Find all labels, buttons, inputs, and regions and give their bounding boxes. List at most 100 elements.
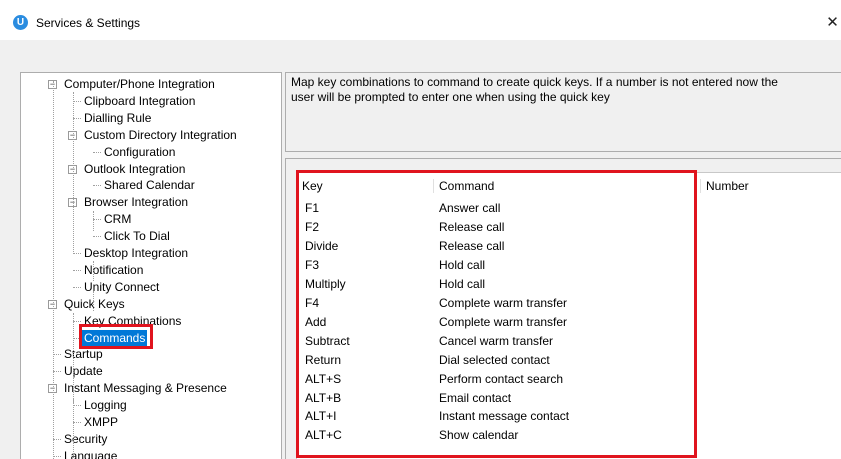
tree-connector [73, 320, 81, 322]
tree-item-logging[interactable]: Logging [21, 397, 281, 414]
key-cell: ALT+I [305, 409, 337, 424]
tree-item-label: Update [64, 364, 103, 379]
commands-grid[interactable]: Key Command Number F1 Answer call F2 Releas… [296, 172, 841, 459]
tree-item-label: Notification [84, 262, 144, 277]
tree-guide-line [73, 398, 74, 458]
command-cell: Hold call [439, 276, 486, 291]
tree-item-outlook-integration[interactable]: − Outlook Integration [21, 161, 281, 178]
grid-row[interactable]: F4 Complete warm transfer [297, 294, 841, 313]
command-cell: Perform contact search [439, 371, 564, 386]
tree-item-label: Dialling Rule [84, 110, 152, 125]
command-cell: Answer call [439, 201, 501, 215]
tree-item-browser-integration[interactable]: − Browser Integration [21, 194, 281, 211]
grid-row[interactable]: F1 Answer call [297, 199, 841, 218]
tree-item-label: Instant Messaging & Presence [64, 381, 227, 396]
close-button[interactable]: ✕ [824, 13, 841, 33]
tree-connector [73, 422, 81, 423]
command-cell: Release call [439, 238, 505, 253]
tree-connector [73, 286, 81, 288]
key-cell: Multiply [305, 276, 346, 291]
grid-row[interactable]: F2 Release call [297, 218, 841, 237]
grid-row[interactable]: Add Complete warm transfer [297, 313, 841, 332]
grid-row[interactable]: ALT+I Instant message contact [297, 407, 841, 426]
tree-connector [73, 269, 81, 271]
tree-item-label: Startup [64, 347, 103, 362]
tree-item-instant-messaging-presence[interactable]: − Instant Messaging & Presence [21, 380, 281, 397]
key-cell: ALT+C [305, 428, 342, 443]
tree-item-desktop-integration[interactable]: Desktop Integration [21, 245, 281, 262]
tree-item-dialling-rule[interactable]: Dialling Rule [21, 110, 281, 127]
tree-item-label: Desktop Integration [84, 246, 189, 260]
tree-item-click-to-dial[interactable]: Click To Dial [21, 228, 281, 245]
tree-connector [53, 438, 61, 440]
description-panel: Map key combinations to command to creat… [285, 72, 841, 152]
key-cell: Return [305, 352, 342, 367]
key-cell: Divide [305, 238, 339, 253]
command-cell: Complete warm transfer [439, 295, 568, 310]
grid-row[interactable]: ALT+S Perform contact search [297, 370, 841, 389]
tree-guide-line [93, 291, 94, 311]
tree-item-label: Quick Keys [64, 296, 125, 311]
key-cell: ALT+S [305, 371, 342, 386]
grid-row[interactable]: ALT+B Email contact [297, 389, 841, 408]
grid-row[interactable]: F3 Hold call [297, 256, 841, 275]
tree-item-computer-phone-integration[interactable]: − Computer/Phone Integration [21, 76, 281, 93]
title-bar: U Services & Settings ✕ [0, 0, 841, 40]
tree-guide-line [93, 211, 94, 231]
grid-row[interactable]: Multiply Hold call [297, 275, 841, 294]
tree-item-clipboard-integration[interactable]: Clipboard Integration [21, 93, 281, 110]
tree-item-language[interactable]: Language [21, 448, 281, 459]
grid-row[interactable]: Subtract Cancel warm transfer [297, 332, 841, 351]
tree-connector [93, 151, 101, 153]
tree-connector [73, 117, 81, 119]
key-cell: F3 [305, 257, 320, 272]
settings-tree: − Computer/Phone Integration Clipboard Int… [20, 72, 282, 459]
command-cell: Complete warm transfer [439, 314, 568, 329]
tree-item-xmpp[interactable]: XMPP [21, 414, 281, 431]
command-cell: Instant message contact [439, 409, 570, 424]
tree-item-configuration[interactable]: Configuration [21, 144, 281, 161]
tree-item-label: Custom Directory Integration [84, 127, 237, 142]
grid-row[interactable]: Divide Release call [297, 237, 841, 256]
tree-guide-line [73, 313, 74, 403]
tree-item-label: Language [64, 448, 118, 459]
tree-connector [73, 100, 81, 102]
tree-item-label: XMPP [84, 415, 119, 429]
tree-connector [73, 405, 81, 407]
window-title: Services & Settings [36, 16, 141, 30]
tree-item-label: Browser Integration [84, 195, 189, 210]
tree-item-quick-keys[interactable]: − Quick Keys [21, 296, 281, 313]
key-cell: Subtract [305, 333, 350, 348]
tree-item-unity-connect[interactable]: Unity Connect [21, 279, 281, 296]
grid-row[interactable]: ALT+C Show calendar [297, 426, 841, 445]
tree-item-label: Shared Calendar [104, 178, 195, 193]
tree-item-shared-calendar[interactable]: Shared Calendar [21, 177, 281, 194]
tree-item-notification[interactable]: Notification [21, 262, 281, 279]
tree-item-label: Configuration [104, 144, 176, 159]
tree-item-custom-directory-integration[interactable]: − Custom Directory Integration [21, 127, 281, 144]
tree-item-key-combinations[interactable]: Key Combinations [21, 313, 281, 330]
description-line-1: Map key combinations to command to creat… [291, 75, 778, 89]
tree-connector [73, 337, 81, 339]
key-cell: F4 [305, 295, 320, 310]
commands-grid-panel: Key Command Number F1 Answer call F2 Releas… [285, 158, 841, 459]
tree-item-security[interactable]: Security [21, 431, 281, 448]
tree-item-label: CRM [104, 212, 132, 227]
column-header-number[interactable]: Number [701, 173, 841, 198]
tree-item-label: Computer/Phone Integration [64, 77, 215, 91]
tree-item-commands[interactable]: Commands [21, 329, 281, 347]
command-cell: Release call [439, 219, 505, 234]
tree-item-crm[interactable]: CRM [21, 211, 281, 228]
key-cell: F1 [305, 201, 320, 215]
command-cell: Email contact [439, 390, 512, 405]
tree-item-update[interactable]: Update [21, 363, 281, 380]
tree-connector [53, 354, 61, 356]
tree-item-label: Key Combinations [84, 313, 182, 328]
column-header-key[interactable]: Key [297, 173, 427, 198]
column-header-command[interactable]: Command [434, 173, 699, 198]
tree-item-startup[interactable]: Startup [21, 346, 281, 363]
tree-item-label: Logging [84, 398, 127, 413]
grid-row[interactable]: Return Dial selected contact [297, 351, 841, 370]
tree-item-label: Click To Dial [104, 229, 170, 244]
tree-item-label: Outlook Integration [84, 161, 186, 176]
